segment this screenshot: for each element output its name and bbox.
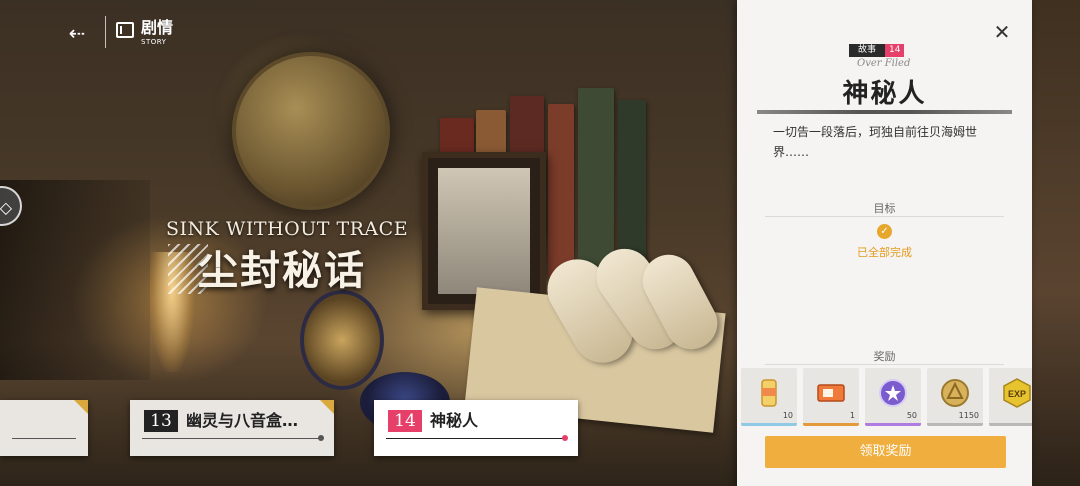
chapter-description: 一切告一段落后，珂独自前往贝海姆世界…… — [773, 125, 978, 159]
close-icon: ✕ — [993, 20, 1011, 44]
reward-list: 10 1 50 1150 EXP — [741, 368, 1032, 428]
compass-illustration — [300, 290, 384, 390]
back-button[interactable]: ⇠ — [64, 20, 90, 46]
arrow-left-icon: ⇠ — [68, 21, 86, 45]
cleared-corner-marker — [320, 400, 334, 414]
close-button[interactable]: ✕ — [990, 20, 1014, 44]
stage-number: 13 — [144, 410, 178, 432]
reward-qty: 50 — [906, 411, 917, 420]
reward-item[interactable]: EXP 5 — [989, 368, 1032, 426]
reward-label: 奖励 — [873, 350, 896, 363]
claim-rewards-button[interactable]: 领取奖励 — [765, 436, 1006, 468]
event-title-cn: 尘封秘话 — [198, 247, 366, 294]
photo-frame — [422, 152, 546, 310]
reward-item[interactable]: 1150 — [927, 368, 983, 426]
event-title-en: SINK WITHOUT TRACE — [166, 218, 409, 240]
exp-icon: EXP — [1003, 378, 1031, 408]
drink-can-icon — [761, 379, 777, 407]
rarity-bar — [927, 423, 983, 426]
card-underline — [386, 438, 566, 439]
film-icon — [116, 22, 134, 38]
reward-item[interactable]: 10 — [741, 368, 797, 426]
chapter-title: 神秘人 — [842, 79, 927, 109]
purple-coin-icon — [879, 379, 907, 407]
ticket-icon — [817, 384, 845, 402]
section-subtitle: STORY — [141, 38, 167, 46]
stage-card[interactable] — [0, 400, 88, 456]
goal-divider — [765, 216, 1004, 217]
stage-name: 幽灵与八音盒… — [186, 411, 299, 430]
chapter-overline: Over Filed — [857, 58, 911, 69]
stage-number: 14 — [388, 410, 422, 432]
goal-label: 目标 — [873, 202, 896, 215]
goal-status: 已全部完成 — [857, 246, 912, 259]
card-dot — [562, 435, 568, 441]
card-underline — [142, 438, 322, 439]
rarity-bar — [989, 423, 1032, 426]
check-icon: ✓ — [877, 224, 892, 239]
reward-qty: 1 — [849, 411, 855, 420]
card-dot — [318, 435, 324, 441]
rarity-bar — [803, 423, 859, 426]
header-divider — [105, 16, 106, 48]
cleared-corner-marker — [74, 400, 88, 414]
background-edge — [1032, 0, 1080, 486]
tag-number: 14 — [885, 44, 905, 57]
svg-text:EXP: EXP — [1008, 389, 1026, 399]
stage-tag: 故事 14 — [849, 44, 905, 57]
book-illustration — [578, 88, 614, 278]
rarity-bar — [741, 423, 797, 426]
reward-item[interactable]: 50 — [865, 368, 921, 426]
book-illustration — [548, 104, 574, 278]
stage-detail-panel: ✕ 故事 14 Over Filed 神秘人 一切告一段落后，珂独自前往贝海姆世… — [737, 0, 1032, 486]
rarity-bar — [865, 423, 921, 426]
title-divider — [757, 110, 1012, 114]
card-underline — [12, 438, 76, 439]
gold-coin-icon — [941, 379, 969, 407]
tag-label: 故事 — [849, 44, 886, 57]
reward-item[interactable]: 1 — [803, 368, 859, 426]
stage-card[interactable]: 13 幽灵与八音盒… — [130, 400, 334, 456]
section-title: 剧情 — [141, 18, 174, 37]
stage-card-selected[interactable]: 14 神秘人 — [374, 400, 578, 456]
bookshelf — [0, 180, 150, 380]
chevron-left-icon: ◇ — [0, 198, 12, 217]
reward-divider — [765, 364, 1004, 365]
reward-qty: 10 — [782, 411, 793, 420]
reward-qty: 1150 — [958, 411, 979, 420]
stage-name: 神秘人 — [430, 411, 479, 430]
globe-illustration — [232, 52, 390, 210]
